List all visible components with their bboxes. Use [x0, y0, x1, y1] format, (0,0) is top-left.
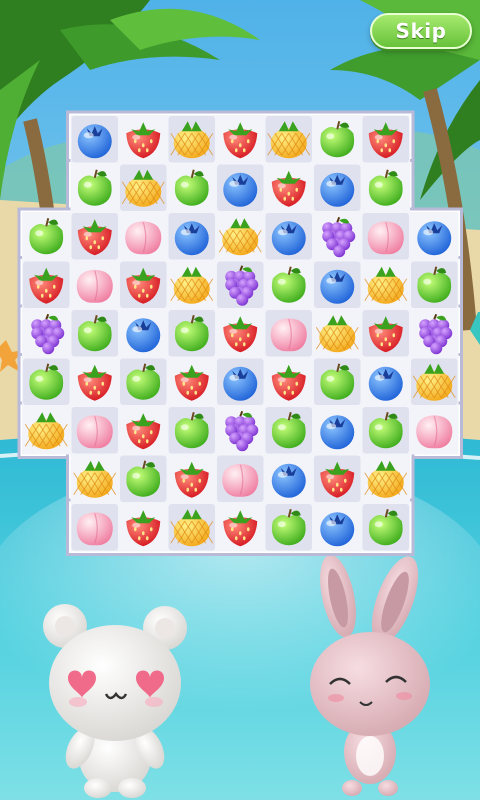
- apple-tile[interactable]: [71, 310, 119, 357]
- blueberry-tile[interactable]: [314, 164, 361, 212]
- strawberry-tile[interactable]: [120, 407, 167, 454]
- apple-tile[interactable]: [265, 504, 313, 551]
- blueberry-tile[interactable]: [217, 164, 264, 212]
- peach-tile[interactable]: [71, 504, 119, 551]
- blueberry-tile[interactable]: [265, 213, 313, 260]
- pineapple-tile[interactable]: [217, 213, 264, 260]
- apple-tile[interactable]: [120, 455, 167, 503]
- pineapple-tile[interactable]: [168, 504, 216, 551]
- game-scene: Skip: [0, 0, 480, 800]
- blueberry-tile[interactable]: [362, 358, 410, 406]
- peach-tile[interactable]: [362, 213, 410, 260]
- grapes-tile[interactable]: [217, 261, 264, 309]
- grapes-tile[interactable]: [314, 213, 361, 260]
- strawberry-tile[interactable]: [71, 358, 119, 406]
- pineapple-tile[interactable]: [314, 310, 361, 357]
- pineapple-tile[interactable]: [411, 358, 458, 406]
- apple-tile[interactable]: [23, 213, 70, 260]
- apple-tile[interactable]: [168, 407, 216, 454]
- apple-tile[interactable]: [362, 164, 410, 212]
- apple-tile[interactable]: [168, 164, 216, 212]
- blueberry-tile[interactable]: [120, 310, 167, 357]
- blueberry-tile[interactable]: [71, 116, 119, 163]
- apple-tile[interactable]: [411, 261, 458, 309]
- strawberry-tile[interactable]: [71, 213, 119, 260]
- strawberry-tile[interactable]: [265, 164, 313, 212]
- strawberry-tile[interactable]: [217, 310, 264, 357]
- apple-tile[interactable]: [168, 310, 216, 357]
- strawberry-tile[interactable]: [217, 116, 264, 163]
- blueberry-tile[interactable]: [168, 213, 216, 260]
- apple-tile[interactable]: [314, 116, 361, 163]
- strawberry-tile[interactable]: [362, 116, 410, 163]
- blueberry-tile[interactable]: [411, 213, 458, 260]
- blueberry-tile[interactable]: [314, 261, 361, 309]
- apple-tile[interactable]: [120, 358, 167, 406]
- pink-bunny-character: [310, 556, 430, 796]
- strawberry-tile[interactable]: [120, 261, 167, 309]
- blueberry-tile[interactable]: [314, 504, 361, 551]
- peach-tile[interactable]: [265, 310, 313, 357]
- apple-tile[interactable]: [23, 358, 70, 406]
- pineapple-tile[interactable]: [168, 116, 216, 163]
- strawberry-tile[interactable]: [23, 261, 70, 309]
- strawberry-tile[interactable]: [120, 116, 167, 163]
- strawberry-tile[interactable]: [217, 504, 264, 551]
- peach-tile[interactable]: [71, 407, 119, 454]
- peach-tile[interactable]: [120, 213, 167, 260]
- strawberry-tile[interactable]: [168, 358, 216, 406]
- blueberry-tile[interactable]: [217, 358, 264, 406]
- apple-tile[interactable]: [362, 407, 410, 454]
- pineapple-tile[interactable]: [120, 164, 167, 212]
- strawberry-tile[interactable]: [120, 504, 167, 551]
- skip-button[interactable]: Skip: [370, 13, 472, 49]
- apple-tile[interactable]: [265, 261, 313, 309]
- grapes-tile[interactable]: [23, 310, 70, 357]
- blueberry-tile[interactable]: [314, 407, 361, 454]
- strawberry-tile[interactable]: [265, 358, 313, 406]
- apple-tile[interactable]: [265, 407, 313, 454]
- strawberry-tile[interactable]: [168, 455, 216, 503]
- apple-tile[interactable]: [362, 504, 410, 551]
- grapes-tile[interactable]: [217, 407, 264, 454]
- blueberry-tile[interactable]: [265, 455, 313, 503]
- pineapple-tile[interactable]: [71, 455, 119, 503]
- strawberry-tile[interactable]: [314, 455, 361, 503]
- pineapple-tile[interactable]: [362, 261, 410, 309]
- pineapple-tile[interactable]: [362, 455, 410, 503]
- peach-tile[interactable]: [411, 407, 458, 454]
- apple-tile[interactable]: [314, 358, 361, 406]
- pineapple-tile[interactable]: [168, 261, 216, 309]
- white-bear-character: [43, 604, 187, 798]
- grapes-tile[interactable]: [411, 310, 458, 357]
- strawberry-tile[interactable]: [362, 310, 410, 357]
- pineapple-tile[interactable]: [23, 407, 70, 454]
- apple-tile[interactable]: [71, 164, 119, 212]
- peach-tile[interactable]: [71, 261, 119, 309]
- pineapple-tile[interactable]: [265, 116, 313, 163]
- peach-tile[interactable]: [217, 455, 264, 503]
